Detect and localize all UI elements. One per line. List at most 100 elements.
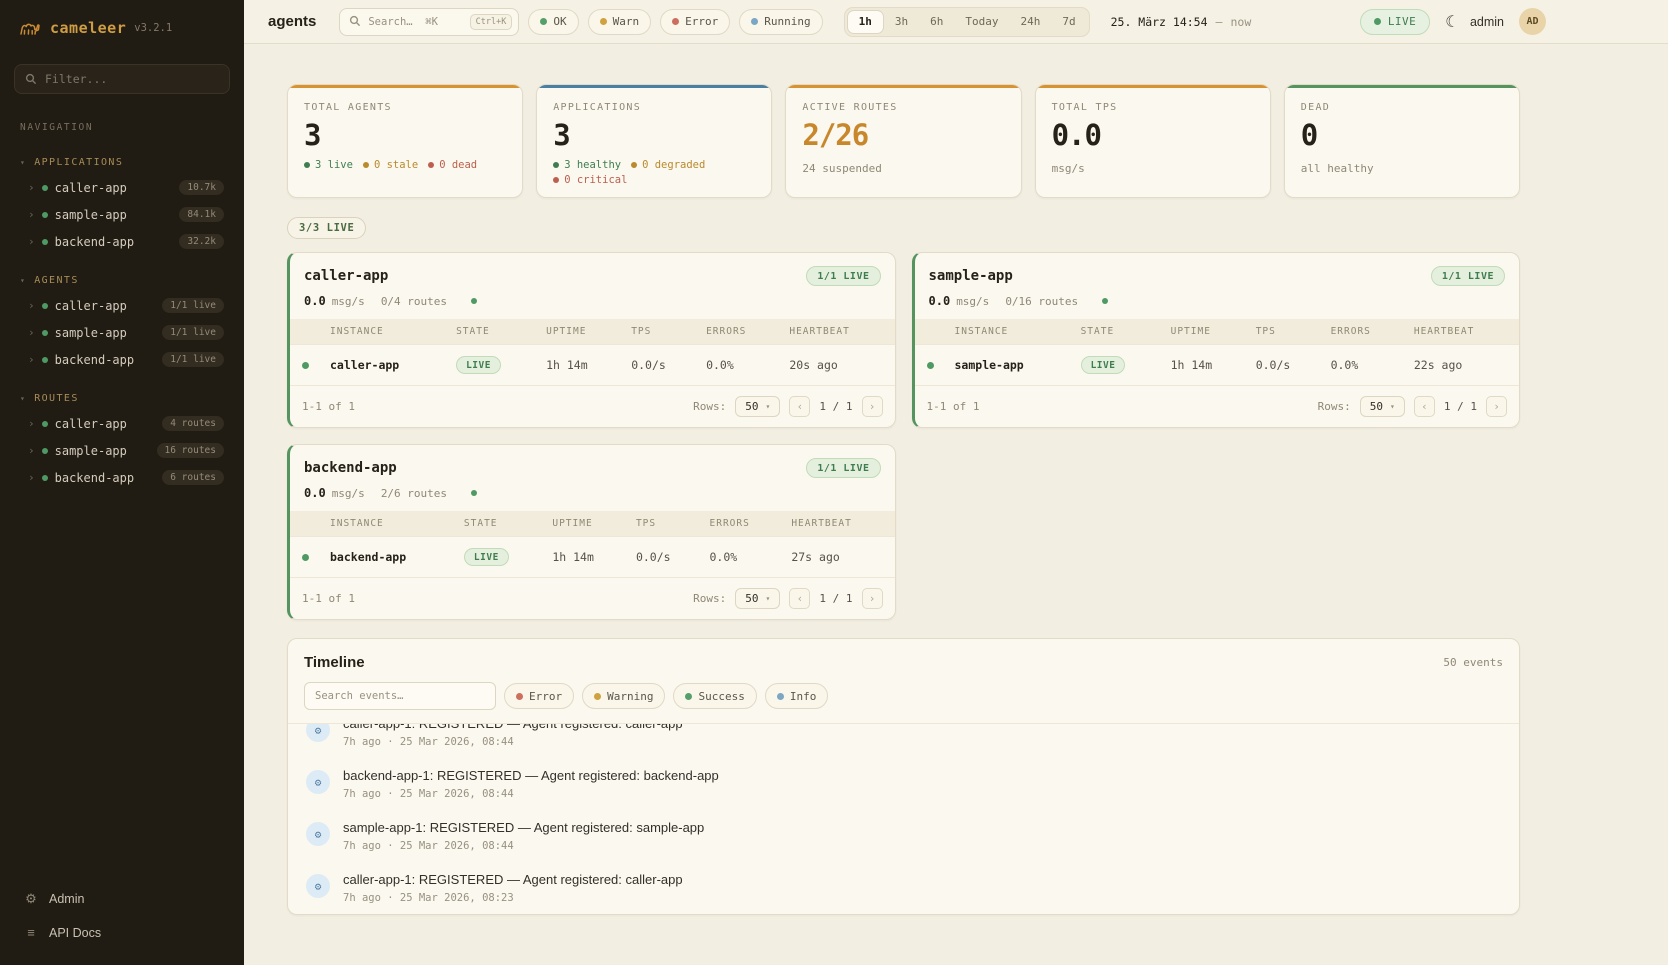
range-button-6h[interactable]: 6h <box>919 10 954 34</box>
app-card-backend-app: backend-app 1/1 LIVE 0.0 msg/s 2/6 route… <box>287 444 896 620</box>
sidebar-item-agents-sample-app[interactable]: › sample-app 1/1 live <box>12 319 232 346</box>
timeline-chip-warning[interactable]: Warning <box>582 683 665 709</box>
sidebar-item-agents-caller-app[interactable]: › caller-app 1/1 live <box>12 292 232 319</box>
timeline-event-list[interactable]: ⚙ caller-app-1: REGISTERED — Agent regis… <box>288 723 1519 914</box>
status-dot <box>42 448 48 454</box>
range-dash: — <box>1216 15 1223 29</box>
range-button-7d[interactable]: 7d <box>1051 10 1086 34</box>
state-badge: LIVE <box>1081 356 1126 374</box>
timeline-event[interactable]: ⚙ caller-app-1: REGISTERED — Agent regis… <box>298 723 1509 758</box>
rows-per-page-select[interactable]: 50▾ <box>1360 396 1405 417</box>
column-uptime: UPTIME <box>1163 319 1248 345</box>
instance-row[interactable]: backend-app LIVE 1h 14m 0.0/s 0.0% 27s a… <box>290 537 895 578</box>
sidebar-item-routes-sample-app[interactable]: › sample-app 16 routes <box>12 437 232 464</box>
sub-text: 0 critical <box>564 174 627 186</box>
filter-chip-warn[interactable]: Warn <box>588 9 652 35</box>
rows-per-page-select[interactable]: 50▾ <box>735 588 780 609</box>
nav-item-label: sample-app <box>55 326 127 340</box>
global-search-input[interactable] <box>368 16 462 28</box>
timeline-chip-error[interactable]: Error <box>504 683 574 709</box>
range-button-1h[interactable]: 1h <box>847 10 884 34</box>
topbar: agents Ctrl+K OK Warn Error <box>244 0 1668 44</box>
event-gear-icon: ⚙ <box>306 770 330 794</box>
stat-label: APPLICATIONS <box>553 102 755 113</box>
rows-value: 50 <box>1370 400 1383 413</box>
sidebar-item-applications-backend-app[interactable]: › backend-app 32.2k <box>12 228 232 255</box>
table-pagination: 1-1 of 1 Rows: 50▾ ‹ 1 / 1 › <box>290 385 895 427</box>
tps-value: 0.0 <box>304 486 326 500</box>
app-logo[interactable]: cameleer v3.2.1 <box>12 14 232 40</box>
main-area: agents Ctrl+K OK Warn Error <box>244 0 1668 965</box>
cell-instance: caller-app <box>322 345 448 386</box>
range-button-3h[interactable]: 3h <box>884 10 919 34</box>
sub-text: 0 degraded <box>642 159 705 171</box>
nav-item-label: sample-app <box>55 208 127 222</box>
next-page-button[interactable]: › <box>1486 396 1507 417</box>
stat-card-total-agents: TOTAL AGENTS 3 3 live 0 stale 0 dead <box>287 84 523 198</box>
next-page-button[interactable]: › <box>862 588 883 609</box>
event-time: 7h ago · 25 Mar 2026, 08:44 <box>343 788 719 800</box>
nav-item-badge: 10.7k <box>179 180 224 195</box>
sidebar-item-agents-backend-app[interactable]: › backend-app 1/1 live <box>12 346 232 373</box>
sidebar-filter-input[interactable] <box>45 72 219 86</box>
instances-table: INSTANCE STATE UPTIME TPS ERRORS HEARTBE… <box>290 511 895 577</box>
stat-value: 0.0 <box>1052 118 1254 152</box>
timeline-chip-info[interactable]: Info <box>765 683 829 709</box>
filter-chip-error[interactable]: Error <box>660 9 730 35</box>
filter-chip-running[interactable]: Running <box>739 9 822 35</box>
sidebar-item-applications-caller-app[interactable]: › caller-app 10.7k <box>12 174 232 201</box>
status-column-header <box>290 511 322 537</box>
range-button-today[interactable]: Today <box>954 10 1009 34</box>
cell-state: LIVE <box>448 345 538 386</box>
stat-value: 3 <box>553 118 755 152</box>
timeline-event[interactable]: ⚙ caller-app-1: REGISTERED — Agent regis… <box>298 862 1509 914</box>
user-avatar[interactable]: AD <box>1519 8 1546 35</box>
dark-mode-toggle[interactable]: ☾ <box>1445 14 1455 30</box>
filter-chip-ok[interactable]: OK <box>528 9 578 35</box>
app-root: cameleer v3.2.1 NAVIGATION ▾ APPLICATION… <box>0 0 1668 965</box>
warn-status-dot <box>600 18 607 25</box>
routes-count: 2/6 routes <box>381 487 447 500</box>
nav-item-badge: 4 routes <box>162 416 224 431</box>
section-header-routes[interactable]: ▾ ROUTES <box>12 389 232 410</box>
sidebar-item-routes-caller-app[interactable]: › caller-app 4 routes <box>12 410 232 437</box>
section-header-agents[interactable]: ▾ AGENTS <box>12 271 232 292</box>
timeline-search-input[interactable] <box>304 682 496 710</box>
nav-item-label: caller-app <box>55 299 127 313</box>
page-indicator: 1 / 1 <box>819 592 852 605</box>
api-docs-label: API Docs <box>49 926 101 940</box>
tps-value: 0.0 <box>304 294 326 308</box>
chip-label: Error <box>685 15 718 28</box>
stat-subtext: all healthy <box>1301 162 1503 175</box>
sidebar-item-applications-sample-app[interactable]: › sample-app 84.1k <box>12 201 232 228</box>
nav-item-label: caller-app <box>55 181 127 195</box>
sidebar-item-routes-backend-app[interactable]: › backend-app 6 routes <box>12 464 232 491</box>
timeline-chip-success[interactable]: Success <box>673 683 756 709</box>
state-badge: LIVE <box>456 356 501 374</box>
instances-table: INSTANCE STATE UPTIME TPS ERRORS HEARTBE… <box>290 319 895 385</box>
prev-page-button[interactable]: ‹ <box>1414 396 1435 417</box>
sidebar-item-admin[interactable]: ⚙ Admin <box>16 884 228 914</box>
sidebar-item-api-docs[interactable]: ≡ API Docs <box>16 918 228 947</box>
column-tps: TPS <box>623 319 698 345</box>
instance-row[interactable]: caller-app LIVE 1h 14m 0.0/s 0.0% 20s ag… <box>290 345 895 386</box>
prev-page-button[interactable]: ‹ <box>789 396 810 417</box>
next-page-button[interactable]: › <box>862 396 883 417</box>
rows-label: Rows: <box>693 592 726 605</box>
global-search-box: Ctrl+K <box>339 8 519 36</box>
rows-label: Rows: <box>1318 400 1351 413</box>
timeline-event[interactable]: ⚙ sample-app-1: REGISTERED — Agent regis… <box>298 810 1509 862</box>
apps-grid: caller-app 1/1 LIVE 0.0 msg/s 0/4 routes <box>287 252 1520 620</box>
section-header-applications[interactable]: ▾ APPLICATIONS <box>12 153 232 174</box>
rows-per-page-select[interactable]: 50▾ <box>735 396 780 417</box>
chip-label: Warn <box>613 15 640 28</box>
live-count-badge: 1/1 LIVE <box>806 458 880 478</box>
live-status-badge[interactable]: LIVE <box>1360 9 1431 35</box>
prev-page-button[interactable]: ‹ <box>789 588 810 609</box>
timeline-event[interactable]: ⚙ backend-app-1: REGISTERED — Agent regi… <box>298 758 1509 810</box>
cell-tps: 0.0/s <box>1248 345 1323 386</box>
instance-row[interactable]: sample-app LIVE 1h 14m 0.0/s 0.0% 22s ag… <box>915 345 1520 386</box>
column-heartbeat: HEARTBEAT <box>783 511 894 537</box>
range-button-24h[interactable]: 24h <box>1009 10 1051 34</box>
event-title: backend-app-1: REGISTERED — Agent regist… <box>343 768 719 783</box>
